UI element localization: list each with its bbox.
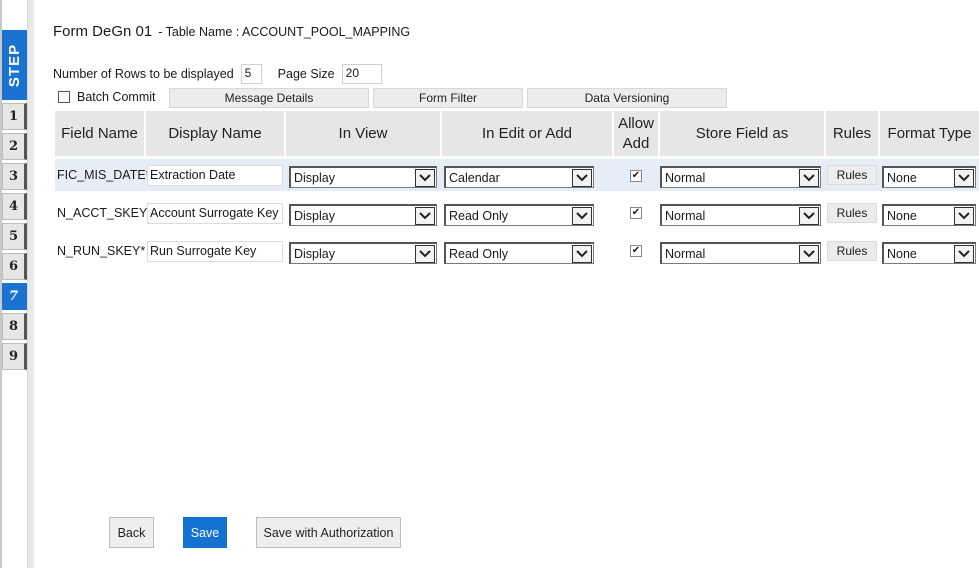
step-bar-divider [27, 0, 34, 568]
header-rules: Rules [826, 111, 878, 156]
form-title: Form DeGn 01 [53, 23, 153, 40]
display-settings: Number of Rows to be displayed 5 Page Si… [53, 64, 382, 84]
store-field-select[interactable]: Normal [660, 166, 821, 188]
batch-commit-checkbox[interactable] [58, 91, 70, 103]
in-view-select[interactable]: Display [289, 204, 437, 226]
allow-add-checkbox[interactable]: ✔ [630, 207, 642, 219]
format-type-select[interactable]: None [882, 166, 976, 188]
format-type-select[interactable]: None [882, 204, 976, 226]
chevron-down-icon[interactable] [415, 168, 435, 187]
chevron-down-icon[interactable] [954, 206, 974, 225]
chevron-down-icon[interactable] [799, 206, 819, 225]
step-7[interactable]: 7 [2, 283, 27, 310]
step-6[interactable]: 6 [2, 253, 27, 280]
in-edit-value: Read Only [449, 246, 509, 261]
header-display-name: Display Name [146, 111, 284, 156]
form-filter-button[interactable]: Form Filter [373, 88, 523, 108]
header-in-edit-or-add: In Edit or Add [442, 111, 612, 156]
header-allow-add-line1: Allow [618, 114, 654, 132]
checkmark-icon: ✔ [631, 170, 641, 181]
save-with-authorization-button[interactable]: Save with Authorization [256, 517, 401, 548]
in-view-value: Display [294, 246, 335, 261]
store-field-select[interactable]: Normal [660, 242, 821, 264]
rules-button[interactable]: Rules [827, 165, 877, 185]
chevron-down-icon[interactable] [415, 244, 435, 263]
store-field-value: Normal [665, 246, 706, 261]
display-name-input[interactable]: Extraction Date [147, 165, 283, 186]
chevron-down-icon[interactable] [572, 206, 592, 225]
step-1[interactable]: 1 [2, 103, 27, 130]
step-5[interactable]: 5 [2, 223, 27, 250]
format-type-value: None [887, 208, 917, 223]
chevron-down-icon[interactable] [954, 244, 974, 263]
table-row: N_RUN_SKEY* Run Surrogate Key Display Re… [55, 235, 979, 267]
display-name-input[interactable]: Account Surrogate Key [147, 203, 283, 224]
allow-add-checkbox[interactable]: ✔ [630, 170, 642, 182]
chevron-down-icon[interactable] [572, 244, 592, 263]
in-view-select[interactable]: Display [289, 166, 437, 188]
message-details-button[interactable]: Message Details [169, 88, 369, 108]
store-field-select[interactable]: Normal [660, 204, 821, 226]
allow-add-checkbox[interactable]: ✔ [630, 245, 642, 257]
step-bar: STEP 1 2 3 4 5 6 7 8 9 [0, 0, 34, 568]
rules-button[interactable]: Rules [827, 241, 877, 261]
header-format-type: Format Type [880, 111, 979, 156]
chevron-down-icon[interactable] [572, 168, 592, 187]
in-view-select[interactable]: Display [289, 242, 437, 264]
in-view-value: Display [294, 170, 335, 185]
chevron-down-icon[interactable] [799, 168, 819, 187]
data-versioning-button[interactable]: Data Versioning [527, 88, 727, 108]
format-type-value: None [887, 170, 917, 185]
chevron-down-icon[interactable] [954, 168, 974, 187]
batch-commit-label: Batch Commit [77, 90, 156, 104]
page-size-label: Page Size [277, 67, 335, 81]
in-edit-select[interactable]: Read Only [444, 242, 594, 264]
header-field-name: Field Name [55, 111, 144, 156]
in-edit-select[interactable]: Calendar [444, 166, 594, 188]
table-name: - Table Name : ACCOUNT_POOL_MAPPING [158, 25, 411, 39]
page-title: Form DeGn 01 - Table Name : ACCOUNT_POOL_… [53, 23, 410, 40]
rules-button[interactable]: Rules [827, 203, 877, 223]
rows-input[interactable]: 5 [240, 64, 262, 84]
format-type-select[interactable]: None [882, 242, 976, 264]
header-allow-add: Allow Add [614, 111, 658, 156]
checkmark-icon: ✔ [631, 207, 641, 218]
in-edit-select[interactable]: Read Only [444, 204, 594, 226]
step-label: STEP [2, 30, 27, 100]
checkmark-icon: ✔ [631, 245, 641, 256]
header-store-field-as: Store Field as [660, 111, 824, 156]
table-row: FIC_MIS_DATE* Extraction Date Display Ca… [55, 159, 979, 191]
step-8[interactable]: 8 [2, 313, 27, 340]
rows-label: Number of Rows to be displayed [53, 67, 234, 81]
batch-commit[interactable]: Batch Commit [58, 90, 156, 104]
store-field-value: Normal [665, 170, 706, 185]
chevron-down-icon[interactable] [799, 244, 819, 263]
field-name-cell: N_ACCT_SKEY* [57, 206, 153, 220]
field-name-cell: FIC_MIS_DATE* [57, 168, 151, 182]
step-9[interactable]: 9 [2, 343, 27, 370]
save-button[interactable]: Save [183, 517, 227, 548]
format-type-value: None [887, 246, 917, 261]
display-name-input[interactable]: Run Surrogate Key [147, 241, 283, 262]
page-size-input[interactable]: 20 [341, 64, 382, 84]
back-button[interactable]: Back [109, 517, 154, 548]
field-name-cell: N_RUN_SKEY* [57, 244, 146, 258]
header-allow-add-line2: Add [622, 134, 650, 152]
step-3[interactable]: 3 [2, 163, 27, 190]
chevron-down-icon[interactable] [415, 206, 435, 225]
table-row: N_ACCT_SKEY* Account Surrogate Key Displ… [55, 197, 979, 229]
step-4[interactable]: 4 [2, 193, 27, 220]
in-view-value: Display [294, 208, 335, 223]
in-edit-value: Calendar [449, 170, 500, 185]
in-edit-value: Read Only [449, 208, 509, 223]
header-in-view: In View [286, 111, 440, 156]
step-2[interactable]: 2 [2, 133, 27, 160]
store-field-value: Normal [665, 208, 706, 223]
